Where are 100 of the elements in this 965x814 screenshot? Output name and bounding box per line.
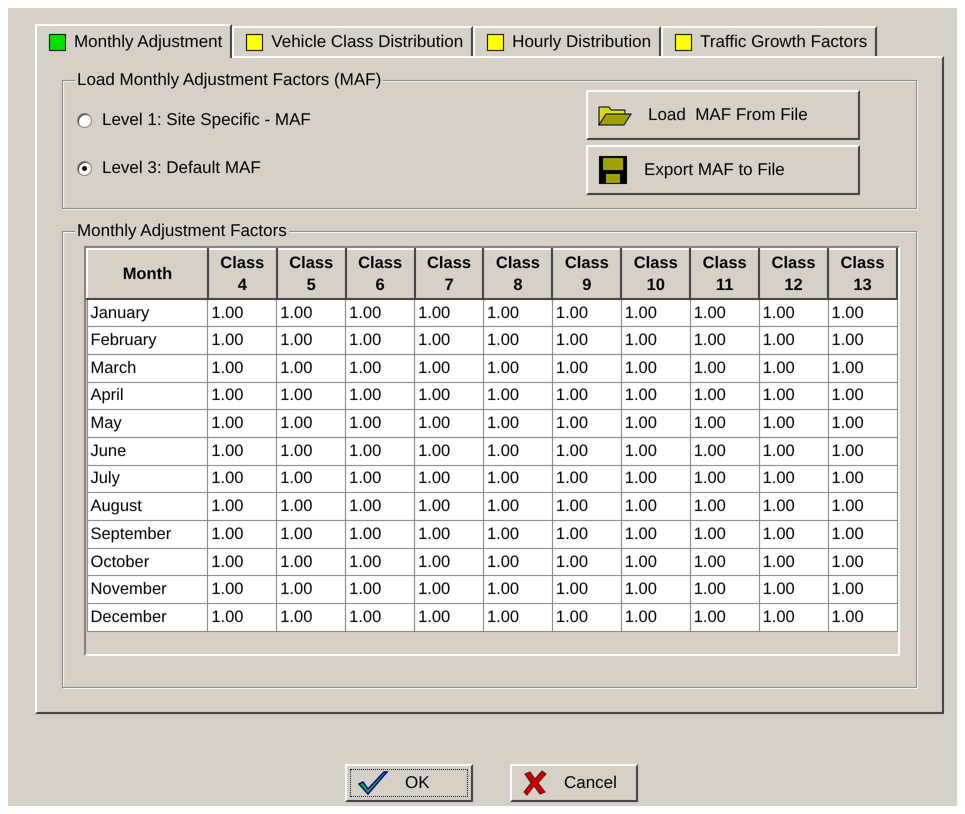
value-cell[interactable]: 1.00 <box>414 465 484 493</box>
value-cell[interactable]: 1.00 <box>828 410 897 438</box>
value-cell[interactable]: 1.00 <box>759 326 828 354</box>
value-cell[interactable]: 1.00 <box>276 520 346 548</box>
value-cell[interactable]: 1.00 <box>552 520 622 548</box>
value-cell[interactable]: 1.00 <box>483 410 552 438</box>
value-cell[interactable]: 1.00 <box>690 326 760 354</box>
value-cell[interactable]: 1.00 <box>690 437 760 466</box>
value-cell[interactable]: 1.00 <box>208 492 277 520</box>
value-cell[interactable]: 1.00 <box>276 354 346 382</box>
value-cell[interactable]: 1.00 <box>552 548 622 576</box>
value-cell[interactable]: 1.00 <box>208 548 277 576</box>
value-cell[interactable]: 1.00 <box>690 354 760 382</box>
value-cell[interactable]: 1.00 <box>690 410 760 438</box>
value-cell[interactable]: 1.00 <box>346 382 415 410</box>
value-cell[interactable]: 1.00 <box>828 520 897 548</box>
value-cell[interactable]: 1.00 <box>621 492 690 520</box>
value-cell[interactable]: 1.00 <box>759 576 828 604</box>
value-cell[interactable]: 1.00 <box>276 465 346 493</box>
value-cell[interactable]: 1.00 <box>208 604 277 632</box>
value-cell[interactable]: 1.00 <box>346 354 415 382</box>
value-cell[interactable]: 1.00 <box>828 604 897 632</box>
value-cell[interactable]: 1.00 <box>208 576 277 604</box>
value-cell[interactable]: 1.00 <box>621 576 690 604</box>
value-cell[interactable]: 1.00 <box>414 437 484 466</box>
value-cell[interactable]: 1.00 <box>483 548 552 576</box>
value-cell[interactable]: 1.00 <box>690 382 760 410</box>
value-cell[interactable]: 1.00 <box>828 382 897 410</box>
tab[interactable]: Hourly Distribution <box>473 26 662 56</box>
value-cell[interactable]: 1.00 <box>414 492 484 520</box>
value-cell[interactable]: 1.00 <box>621 299 690 327</box>
value-cell[interactable]: 1.00 <box>414 326 484 354</box>
value-cell[interactable]: 1.00 <box>346 465 415 493</box>
value-cell[interactable]: 1.00 <box>276 299 346 327</box>
value-cell[interactable]: 1.00 <box>414 576 484 604</box>
value-cell[interactable]: 1.00 <box>759 354 828 382</box>
value-cell[interactable]: 1.00 <box>208 299 277 327</box>
value-cell[interactable]: 1.00 <box>346 492 415 520</box>
value-cell[interactable]: 1.00 <box>621 465 690 493</box>
value-cell[interactable]: 1.00 <box>208 410 277 438</box>
value-cell[interactable]: 1.00 <box>690 520 760 548</box>
value-cell[interactable]: 1.00 <box>483 492 552 520</box>
value-cell[interactable]: 1.00 <box>483 326 552 354</box>
value-cell[interactable]: 1.00 <box>759 604 828 632</box>
value-cell[interactable]: 1.00 <box>346 299 415 327</box>
value-cell[interactable]: 1.00 <box>414 299 484 327</box>
value-cell[interactable]: 1.00 <box>346 548 415 576</box>
value-cell[interactable]: 1.00 <box>552 437 622 466</box>
value-cell[interactable]: 1.00 <box>621 520 690 548</box>
value-cell[interactable]: 1.00 <box>552 492 622 520</box>
value-cell[interactable]: 1.00 <box>276 410 346 438</box>
value-cell[interactable]: 1.00 <box>552 354 622 382</box>
value-cell[interactable]: 1.00 <box>690 604 760 632</box>
value-cell[interactable]: 1.00 <box>276 326 346 354</box>
value-cell[interactable]: 1.00 <box>208 326 277 354</box>
value-cell[interactable]: 1.00 <box>759 465 828 493</box>
value-cell[interactable]: 1.00 <box>828 465 897 493</box>
value-cell[interactable]: 1.00 <box>346 410 415 438</box>
value-cell[interactable]: 1.00 <box>552 299 622 327</box>
value-cell[interactable]: 1.00 <box>759 492 828 520</box>
value-cell[interactable]: 1.00 <box>828 299 897 327</box>
value-cell[interactable]: 1.00 <box>621 326 690 354</box>
file-button[interactable]: Export MAF to File <box>586 145 860 195</box>
tab[interactable]: Vehicle Class Distribution <box>232 26 474 56</box>
value-cell[interactable]: 1.00 <box>208 437 277 466</box>
radio-button[interactable] <box>77 112 92 128</box>
value-cell[interactable]: 1.00 <box>828 492 897 520</box>
value-cell[interactable]: 1.00 <box>483 382 552 410</box>
value-cell[interactable]: 1.00 <box>690 465 760 493</box>
value-cell[interactable]: 1.00 <box>346 437 415 466</box>
value-cell[interactable]: 1.00 <box>828 548 897 576</box>
value-cell[interactable]: 1.00 <box>759 382 828 410</box>
value-cell[interactable]: 1.00 <box>483 576 552 604</box>
file-button[interactable]: Load MAF From File <box>586 90 860 140</box>
value-cell[interactable]: 1.00 <box>276 604 346 632</box>
value-cell[interactable]: 1.00 <box>690 299 760 327</box>
value-cell[interactable]: 1.00 <box>690 576 760 604</box>
value-cell[interactable]: 1.00 <box>208 354 277 382</box>
value-cell[interactable]: 1.00 <box>759 410 828 438</box>
value-cell[interactable]: 1.00 <box>621 382 690 410</box>
value-cell[interactable]: 1.00 <box>208 382 277 410</box>
value-cell[interactable]: 1.00 <box>414 548 484 576</box>
value-cell[interactable]: 1.00 <box>346 520 415 548</box>
dialog-button[interactable]: OK <box>345 764 473 802</box>
value-cell[interactable]: 1.00 <box>759 437 828 466</box>
value-cell[interactable]: 1.00 <box>276 382 346 410</box>
value-cell[interactable]: 1.00 <box>690 492 760 520</box>
value-cell[interactable]: 1.00 <box>276 576 346 604</box>
tab[interactable]: Monthly Adjustment <box>35 24 232 58</box>
dialog-button[interactable]: Cancel <box>510 764 638 802</box>
value-cell[interactable]: 1.00 <box>759 299 828 327</box>
value-cell[interactable]: 1.00 <box>208 520 277 548</box>
value-cell[interactable]: 1.00 <box>828 354 897 382</box>
value-cell[interactable]: 1.00 <box>483 520 552 548</box>
value-cell[interactable]: 1.00 <box>552 382 622 410</box>
value-cell[interactable]: 1.00 <box>346 576 415 604</box>
value-cell[interactable]: 1.00 <box>346 326 415 354</box>
value-cell[interactable]: 1.00 <box>483 299 552 327</box>
value-cell[interactable]: 1.00 <box>483 437 552 466</box>
value-cell[interactable]: 1.00 <box>414 520 484 548</box>
